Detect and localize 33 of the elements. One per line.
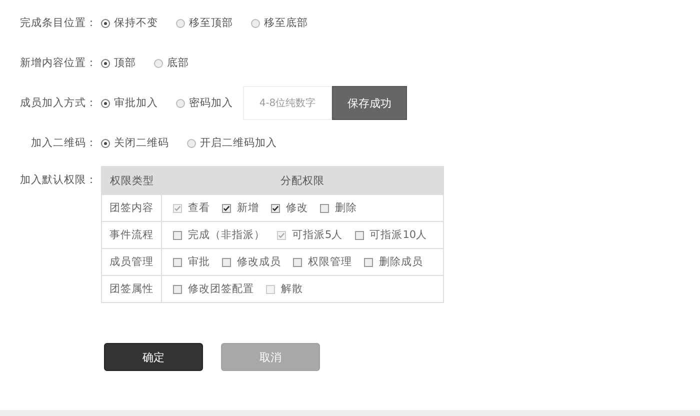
radio-option[interactable]: 底部	[154, 56, 189, 70]
radio-option[interactable]: 审批加入	[101, 96, 158, 110]
column-header: 权限类型	[102, 166, 162, 194]
checkbox-option[interactable]: 修改	[271, 201, 308, 215]
table-cell: 团签属性	[102, 276, 162, 302]
field-label: 成员加入方式：	[19, 96, 97, 110]
password-field[interactable]: 4-8位纯数字	[243, 86, 332, 120]
save-button[interactable]: 保存成功	[332, 86, 407, 120]
checkbox-option[interactable]: 权限管理	[293, 255, 352, 269]
checkbox-option[interactable]: 修改成员	[222, 255, 281, 269]
radio-option[interactable]: 顶部	[101, 56, 136, 70]
column-header: 分配权限	[162, 166, 444, 194]
radio-option[interactable]: 开启二维码加入	[187, 136, 277, 150]
field-label: 新增内容位置：	[19, 56, 97, 70]
checkbox-option[interactable]: 完成（非指派）	[173, 228, 265, 242]
checkbox-option[interactable]: 修改团签配置	[173, 282, 254, 296]
radio-option[interactable]: 保持不变	[101, 16, 158, 30]
field-label: 加入二维码：	[30, 136, 97, 150]
radio-option[interactable]: 密码加入	[176, 96, 233, 110]
confirm-button[interactable]: 确定	[104, 343, 203, 371]
table-cell: 团签内容	[102, 194, 162, 222]
table-cell: 事件流程	[102, 222, 162, 248]
checkbox-option[interactable]: 删除	[320, 201, 357, 215]
radio-option[interactable]: 关闭二维码	[101, 136, 169, 150]
field-label: 完成条目位置：	[19, 16, 97, 30]
table-cell: 成员管理	[102, 248, 162, 276]
field-label: 加入默认权限：	[19, 173, 97, 187]
checkbox-option[interactable]: 审批	[173, 255, 210, 269]
checkbox-option[interactable]: 可指派10人	[354, 228, 428, 242]
checkbox-option[interactable]: 新增	[222, 201, 259, 215]
checkbox-option[interactable]: 删除成员	[364, 255, 423, 269]
radio-option[interactable]: 移至底部	[251, 16, 308, 30]
radio-option[interactable]: 移至顶部	[176, 16, 233, 30]
